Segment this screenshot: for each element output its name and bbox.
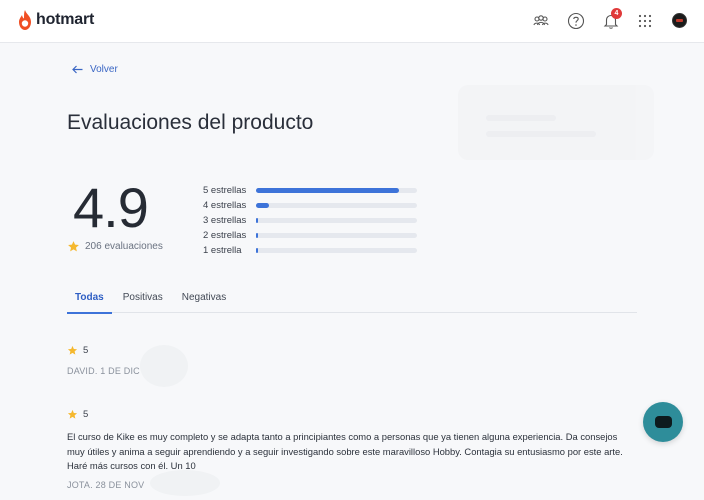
distribution-label: 5 estrellas — [203, 185, 247, 196]
hotmart-logo[interactable]: hotmart — [17, 10, 94, 30]
distribution-bar-fill — [256, 188, 400, 193]
average-score: 4.9 — [73, 176, 149, 239]
tab-negativas[interactable]: Negativas — [174, 288, 234, 313]
distribution-bar — [256, 218, 417, 223]
distribution-bar-fill — [256, 218, 259, 223]
back-link[interactable]: Volver — [72, 64, 118, 75]
distribution-row: 5 estrellas — [203, 183, 417, 198]
review-author-date: DAVID. 1 DE DIC — [67, 366, 140, 376]
review-count-label: 206 evaluaciones — [85, 241, 163, 252]
review-rating-value: 5 — [83, 345, 89, 356]
distribution-label: 1 estrella — [203, 245, 242, 256]
distribution-bar — [256, 203, 417, 208]
distribution-label: 3 estrellas — [203, 215, 247, 226]
distribution-bar-fill — [256, 203, 269, 208]
distribution-label: 2 estrellas — [203, 230, 247, 241]
apps-grid-icon[interactable] — [636, 12, 654, 30]
page-title: Evaluaciones del producto — [67, 111, 314, 134]
review-rating-value: 5 — [83, 409, 89, 420]
chat-bubble-icon — [654, 416, 672, 428]
chat-button[interactable] — [643, 402, 683, 442]
back-link-label: Volver — [90, 64, 118, 75]
tab-positivas[interactable]: Positivas — [115, 288, 171, 313]
rating-distribution: 5 estrellas 4 estrellas 3 estrellas 2 es… — [203, 183, 417, 258]
distribution-bar-fill — [256, 233, 259, 238]
review-item: 5 El curso de Kike es muy completo y se … — [67, 409, 637, 490]
review-count: 206 evaluaciones — [67, 240, 163, 253]
notification-badge: 4 — [611, 8, 622, 19]
flame-icon — [19, 10, 31, 30]
distribution-label: 4 estrellas — [203, 200, 247, 211]
top-navbar: hotmart 4 — [0, 0, 704, 43]
star-icon — [67, 409, 78, 419]
decorative-blob — [140, 345, 188, 387]
review-text: El curso de Kike es muy completo y se ad… — [67, 431, 623, 472]
review-rating: 5 — [67, 409, 637, 420]
user-avatar[interactable] — [672, 13, 687, 28]
distribution-row: 2 estrellas — [203, 228, 417, 243]
review-rating: 5 — [67, 345, 140, 356]
distribution-bar — [256, 188, 417, 193]
tab-todas[interactable]: Todas — [67, 288, 112, 314]
distribution-bar — [256, 233, 417, 238]
review-item: 5 DAVID. 1 DE DIC — [67, 345, 140, 376]
review-author-date: JOTA. 28 DE NOV — [67, 479, 145, 490]
review-filter-tabs: Todas Positivas Negativas — [67, 288, 637, 314]
brand-name: hotmart — [36, 11, 95, 28]
distribution-bar — [256, 248, 417, 253]
distribution-bar-fill — [256, 248, 259, 253]
distribution-row: 3 estrellas — [203, 213, 417, 228]
star-icon — [67, 345, 78, 355]
star-icon — [68, 241, 79, 252]
distribution-row: 4 estrellas — [203, 198, 417, 213]
arrow-left-icon — [72, 65, 83, 74]
community-icon[interactable] — [532, 12, 550, 30]
ghost-panel — [458, 85, 654, 160]
help-icon[interactable] — [567, 12, 585, 30]
distribution-row: 1 estrella — [203, 243, 417, 258]
